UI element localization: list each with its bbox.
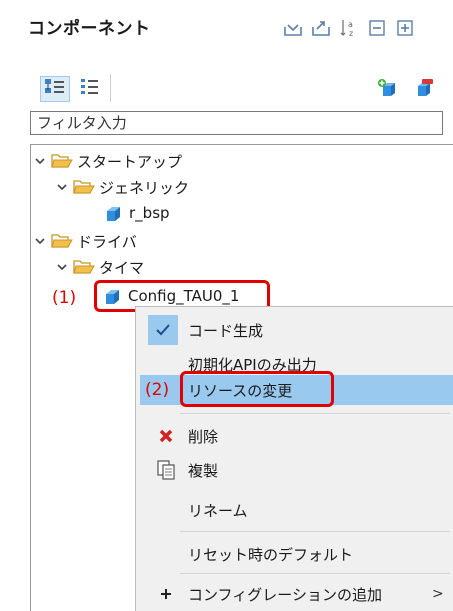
- tree-node-generic[interactable]: ジェネリック: [55, 175, 189, 199]
- tree-view-button[interactable]: [40, 76, 70, 102]
- tree-node-label: ジェネリック: [99, 178, 190, 197]
- tree-node-label: ドライバ: [77, 232, 137, 251]
- header-toolbar: az: [283, 18, 415, 38]
- flat-view-icon: [79, 77, 101, 99]
- minimize-icon[interactable]: [367, 18, 387, 38]
- expand-icon[interactable]: [311, 18, 331, 38]
- copy-icon: [154, 458, 178, 482]
- context-menu: コード生成 初期化APIのみ出力 リソースの変更 削除 複製 リネーム リセット…: [135, 306, 453, 611]
- filter-input[interactable]: [30, 111, 443, 135]
- menu-separator: [180, 531, 450, 532]
- delete-component-icon: [413, 78, 435, 102]
- panel-title: コンポーネント: [28, 19, 151, 39]
- chevron-down-icon[interactable]: [33, 234, 47, 248]
- tree-node-r-bsp[interactable]: r_bsp: [103, 201, 170, 225]
- check-icon: [148, 315, 178, 345]
- add-component-icon: [377, 78, 399, 102]
- delete-x-icon: [154, 424, 178, 448]
- menu-separator: [180, 413, 450, 414]
- menu-item-reset-default[interactable]: リセット時のデフォルト: [136, 537, 453, 571]
- menu-item-generate-code[interactable]: コード生成: [136, 313, 453, 347]
- highlight-box-step2: [180, 371, 334, 407]
- menu-item-duplicate[interactable]: 複製: [136, 453, 453, 487]
- tree-node-config-tau0-1[interactable]: Config_TAU0_1: [102, 284, 239, 308]
- tree-node-timer[interactable]: タイマ: [55, 255, 144, 279]
- tree-node-label: スタートアップ: [77, 152, 183, 171]
- chevron-down-icon[interactable]: [33, 154, 47, 168]
- folder-open-icon: [51, 232, 73, 250]
- component-icon: [102, 287, 124, 305]
- tree-node-startup[interactable]: スタートアップ: [33, 149, 182, 173]
- flat-view-button[interactable]: [76, 76, 104, 100]
- chevron-down-icon[interactable]: [55, 260, 69, 274]
- folder-open-icon: [73, 178, 95, 196]
- menu-separator: [180, 573, 450, 574]
- delete-component-button[interactable]: [410, 78, 438, 102]
- tree-node-driver[interactable]: ドライバ: [33, 229, 137, 253]
- chevron-down-icon[interactable]: [55, 180, 69, 194]
- submenu-arrow-icon: >: [432, 586, 444, 602]
- panel-header: コンポーネント az: [0, 0, 453, 58]
- menu-item-rename[interactable]: リネーム: [136, 493, 453, 527]
- annotation-step1: (1): [52, 288, 77, 308]
- menu-item-add-configuration[interactable]: コンフィグレーションの追加 >: [136, 577, 453, 611]
- toolbar-divider: [110, 74, 111, 102]
- collapse-icon[interactable]: [283, 18, 303, 38]
- folder-open-icon: [73, 258, 95, 276]
- menu-item-delete[interactable]: 削除: [136, 419, 453, 453]
- tree-node-label: Config_TAU0_1: [128, 287, 240, 305]
- maximize-icon[interactable]: [395, 18, 415, 38]
- component-icon: [103, 204, 125, 222]
- sort-az-icon[interactable]: az: [339, 18, 359, 38]
- annotation-step2: (2): [145, 380, 170, 400]
- add-component-button[interactable]: [374, 78, 402, 102]
- tree-node-label: r_bsp: [129, 204, 170, 222]
- svg-text:z: z: [349, 29, 353, 38]
- svg-text:a: a: [348, 20, 353, 29]
- folder-open-icon: [51, 152, 73, 170]
- tree-view-icon: [44, 78, 66, 100]
- tree-node-label: タイマ: [99, 258, 145, 277]
- plus-icon: [154, 582, 178, 606]
